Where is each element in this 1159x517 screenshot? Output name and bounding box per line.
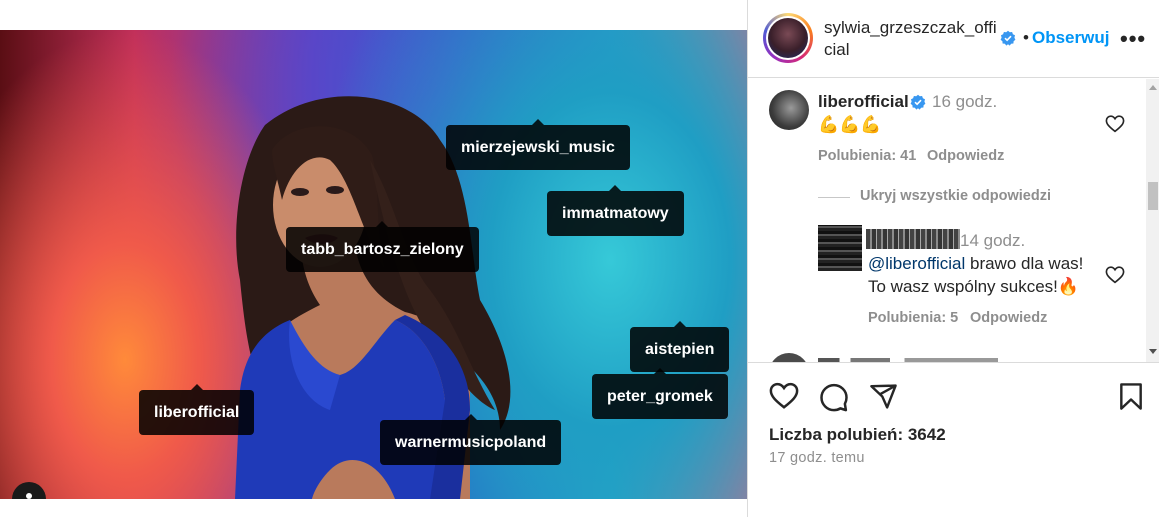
reply-reply-button[interactable]: Odpowiedz (970, 310, 1047, 326)
post-media[interactable]: mierzejewski_music immatmatowy tabb_bart… (0, 30, 747, 499)
reply-username-pixelated (866, 229, 960, 249)
post-header: sylwia_grzeszczak_official • Obserwuj ••… (748, 0, 1159, 78)
verified-badge-icon (1000, 30, 1016, 46)
comment-icon[interactable] (819, 382, 849, 412)
commenter-avatar[interactable] (769, 353, 809, 362)
verified-badge-icon (910, 94, 926, 110)
likes-count[interactable]: Liczba polubień: 3642 (769, 425, 946, 445)
next-comment-partial (818, 358, 998, 362)
reply-like-icon[interactable] (1105, 266, 1125, 284)
bookmark-icon[interactable] (1118, 382, 1144, 411)
post-side-panel: sylwia_grzeszczak_official • Obserwuj ••… (747, 0, 1159, 517)
photo-tag[interactable]: peter_gromek (592, 368, 728, 419)
follow-button[interactable]: Obserwuj (1032, 28, 1109, 48)
user-tag-icon (26, 493, 32, 499)
author-avatar[interactable] (763, 13, 813, 63)
reply-time: 14 godz. (960, 231, 1026, 250)
comment-time: 16 godz. (932, 92, 998, 111)
reply-text: @liberofficial brawo dla was! To wasz ws… (868, 254, 1084, 296)
photo-tag[interactable]: tabb_bartosz_zielony (286, 221, 479, 272)
reply-mention[interactable]: @liberofficial (868, 254, 965, 273)
commenter-avatar[interactable] (769, 90, 809, 130)
post-timestamp[interactable]: 17 godz. temu (769, 450, 865, 466)
hide-replies-line (818, 197, 850, 198)
comments-scrollbar[interactable] (1146, 79, 1159, 362)
more-icon[interactable]: ••• (1120, 26, 1146, 52)
separator-dot: • (1023, 28, 1029, 47)
photo-tag[interactable]: mierzejewski_music (446, 119, 630, 170)
comment-username[interactable]: liberofficial (818, 92, 909, 112)
hide-replies-button[interactable]: Ukryj wszystkie odpowiedzi (860, 188, 1051, 204)
comment-text: 💪💪💪 (818, 115, 882, 134)
post-actions: Liczba polubień: 3642 17 godz. temu (748, 364, 1159, 517)
photo-tag[interactable]: aistepien (630, 321, 730, 372)
photo-tag[interactable]: immatmatowy (547, 185, 684, 236)
photo-tag[interactable]: liberofficial (139, 384, 255, 435)
author-username[interactable]: sylwia_grzeszczak_official (824, 17, 1004, 61)
reply-avatar-pixelated[interactable] (818, 225, 862, 271)
comment-like-icon[interactable] (1105, 115, 1125, 133)
comments-list: liberofficial 16 godz. 💪💪💪 Polubienia: 4… (748, 79, 1159, 363)
reply-likes[interactable]: Polubienia: 5 (868, 310, 958, 326)
comment-likes[interactable]: Polubienia: 41 (818, 148, 916, 164)
share-icon[interactable] (869, 382, 898, 411)
photo-tag[interactable]: warnermusicpoland (380, 414, 562, 465)
heart-icon[interactable] (769, 382, 799, 410)
comment-reply-button[interactable]: Odpowiedz (927, 148, 1004, 164)
